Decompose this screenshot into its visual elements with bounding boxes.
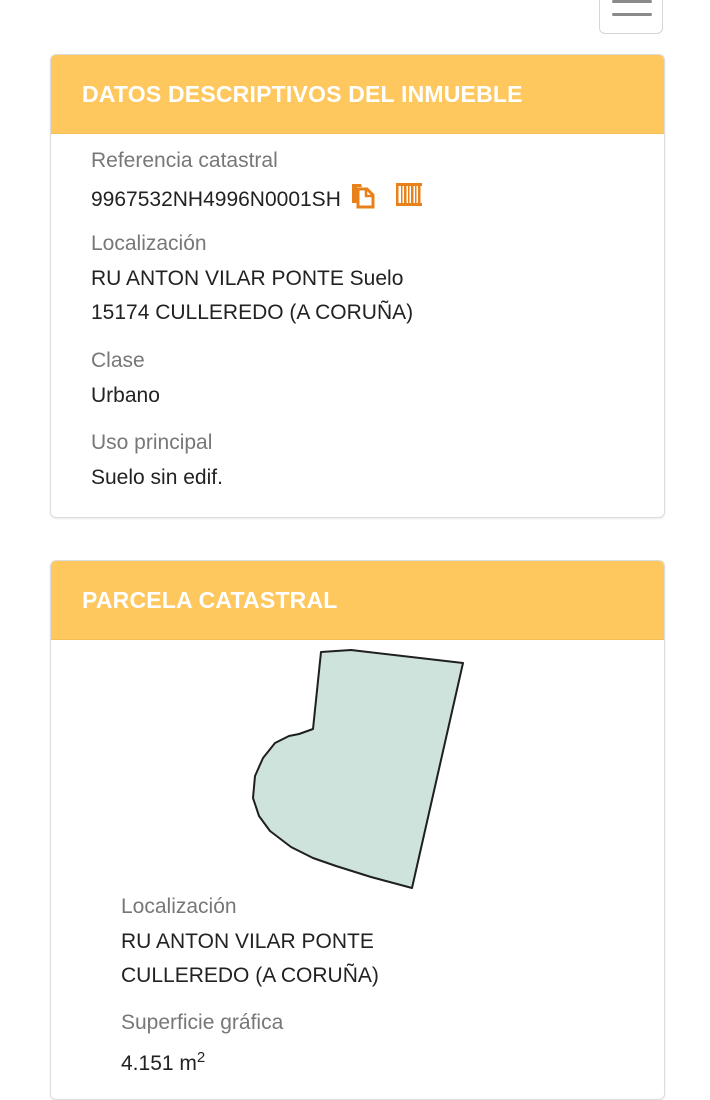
panel-heading: DATOS DESCRIPTIVOS DEL INMUEBLE bbox=[51, 55, 664, 134]
menu-icon-bar bbox=[612, 0, 652, 3]
referencia-value: 9967532NH4996N0001SH bbox=[91, 181, 423, 220]
clase-value: Urbano bbox=[91, 384, 160, 407]
uso-principal-value: Suelo sin edif. bbox=[91, 466, 223, 489]
datos-descriptivos-panel: DATOS DESCRIPTIVOS DEL INMUEBLE Referenc… bbox=[50, 54, 665, 518]
menu-icon-bar bbox=[612, 13, 652, 16]
superficie-value: 4.151 m2 bbox=[121, 1041, 205, 1081]
superficie-label: Superficie gráfica bbox=[121, 1011, 284, 1034]
parcela-localizacion-line2: CULLEREDO (A CORUÑA) bbox=[121, 964, 379, 987]
referencia-label: Referencia catastral bbox=[91, 149, 278, 172]
referencia-text[interactable]: 9967532NH4996N0001SH bbox=[91, 188, 341, 211]
menu-button[interactable] bbox=[599, 0, 663, 34]
localizacion-line2: 15174 CULLEREDO (A CORUÑA) bbox=[91, 301, 414, 324]
uso-principal-label: Uso principal bbox=[91, 431, 213, 454]
parcela-localizacion-line1: RU ANTON VILAR PONTE bbox=[121, 930, 374, 953]
superficie-exponent: 2 bbox=[196, 1049, 206, 1066]
panel-title: DATOS DESCRIPTIVOS DEL INMUEBLE bbox=[82, 80, 523, 107]
superficie-number: 4.151 m bbox=[121, 1052, 197, 1075]
panel-heading: PARCELA CATASTRAL bbox=[51, 561, 664, 640]
clase-label: Clase bbox=[91, 349, 145, 372]
panel-title: PARCELA CATASTRAL bbox=[82, 586, 338, 613]
localizacion-label: Localización bbox=[91, 232, 207, 255]
parcel-shape bbox=[252, 649, 464, 889]
localizacion-line1: RU ANTON VILAR PONTE Suelo bbox=[91, 267, 404, 290]
barcode-icon[interactable] bbox=[395, 181, 423, 220]
parcela-catastral-panel: PARCELA CATASTRAL Localización RU ANTON … bbox=[50, 560, 665, 1100]
copy-icon[interactable] bbox=[349, 181, 375, 220]
parcela-localizacion-label: Localización bbox=[121, 895, 237, 918]
